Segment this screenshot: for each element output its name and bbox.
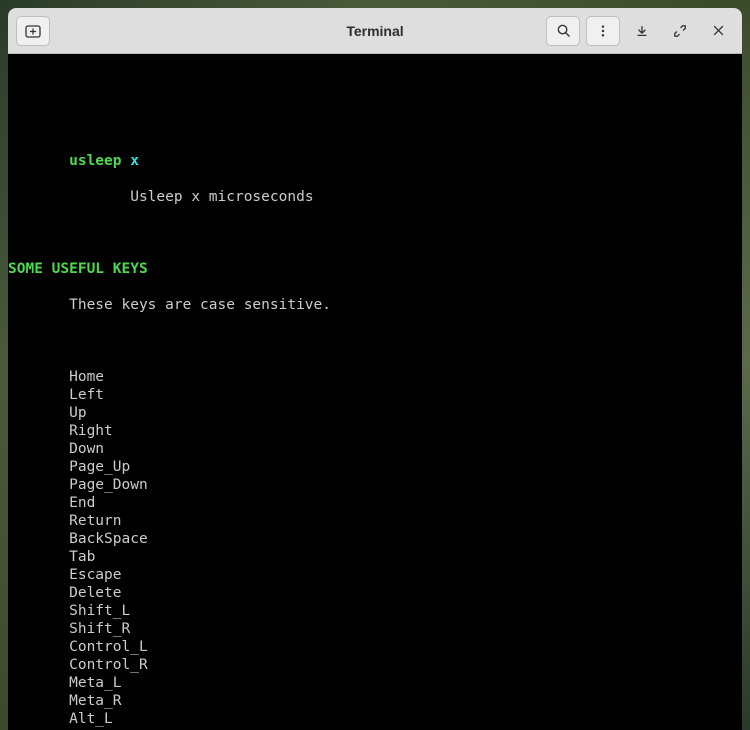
search-button[interactable]: [546, 16, 580, 46]
man-line: usleep x: [8, 152, 742, 170]
man-key-line: Meta_R: [8, 692, 742, 710]
search-icon: [556, 23, 571, 38]
man-key-line: Delete: [8, 584, 742, 602]
man-key-line: Shift_R: [8, 620, 742, 638]
man-cmd-name: usleep: [69, 153, 121, 169]
man-key-line: Down: [8, 440, 742, 458]
man-key-line: Tab: [8, 548, 742, 566]
man-line: These keys are case sensitive.: [8, 296, 742, 314]
man-key-line: Right: [8, 422, 742, 440]
man-key-line: Home: [8, 368, 742, 386]
man-key-line: Up: [8, 404, 742, 422]
minimize-icon: [635, 24, 649, 38]
man-key-line: Left: [8, 386, 742, 404]
man-key-line: Page_Down: [8, 476, 742, 494]
man-key-line: Control_L: [8, 638, 742, 656]
man-key-line: End: [8, 494, 742, 512]
man-key-line: Page_Up: [8, 458, 742, 476]
terminal-content: usleep x Usleep x microseconds SOME USEF…: [8, 90, 742, 730]
terminal-viewport[interactable]: usleep x Usleep x microseconds SOME USEF…: [8, 54, 742, 730]
man-key-line: Control_R: [8, 656, 742, 674]
titlebar: Terminal: [8, 8, 742, 54]
kebab-menu-icon: [596, 24, 610, 38]
man-key-line: Escape: [8, 566, 742, 584]
man-line: [8, 332, 742, 350]
menu-button[interactable]: [586, 16, 620, 46]
close-icon: [712, 24, 725, 37]
maximize-button[interactable]: [664, 16, 696, 46]
terminal-window: Terminal: [8, 8, 742, 730]
close-button[interactable]: [702, 16, 734, 46]
new-tab-button[interactable]: [16, 16, 50, 46]
man-line: Usleep x microseconds: [8, 188, 742, 206]
new-tab-icon: [25, 23, 41, 39]
man-key-line: Return: [8, 512, 742, 530]
man-line: [8, 116, 742, 134]
man-key-line: Meta_L: [8, 674, 742, 692]
minimize-button[interactable]: [626, 16, 658, 46]
man-line: [8, 224, 742, 242]
man-cmd-desc: Usleep x microseconds: [130, 189, 313, 205]
man-section-header: SOME USEFUL KEYS: [8, 260, 742, 278]
man-key-line: Alt_L: [8, 710, 742, 728]
man-key-line: Shift_L: [8, 602, 742, 620]
man-key-line: BackSpace: [8, 530, 742, 548]
maximize-icon: [673, 24, 687, 38]
man-cmd-arg: x: [130, 153, 139, 169]
